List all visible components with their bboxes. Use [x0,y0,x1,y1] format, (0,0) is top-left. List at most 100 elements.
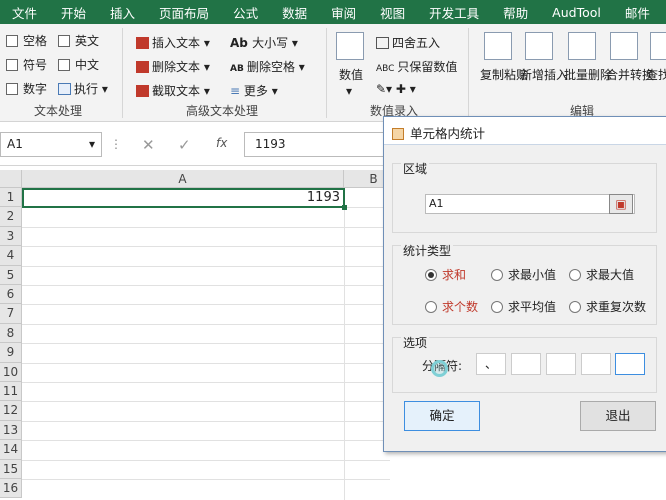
column-header-a[interactable]: A [22,170,344,188]
menu-data[interactable]: 数据 [282,3,307,22]
batch-delete-icon [568,32,596,60]
radio-icon [425,269,437,281]
row-header[interactable]: 2 [0,207,22,227]
group-label-advanced: 高级文本处理 [186,104,259,118]
checkbox-icon [58,35,70,47]
row-header[interactable]: 7 [0,304,22,324]
row-header[interactable]: 9 [0,343,22,363]
menu-mail[interactable]: 邮件 [625,3,650,22]
ok-button[interactable]: 确定 [404,401,480,431]
menu-insert[interactable]: 插入 [110,3,135,22]
checkbox-chinese[interactable]: 中文 [58,56,99,73]
formula-input[interactable]: 1193 [244,132,404,157]
misc-tools[interactable]: ✎▾ ✚ ▾ [376,82,416,96]
delete-icon [136,61,149,73]
numeric-button[interactable]: 数值 [339,66,363,83]
corner-select[interactable] [0,170,22,188]
grid-line [344,188,345,500]
menu-audtool[interactable]: AudTool [552,5,601,20]
separator-input-4[interactable] [581,353,611,375]
separator-input-5[interactable] [615,353,645,375]
checkbox-number[interactable]: 数字 [6,80,47,97]
new-insert-button[interactable]: 新增插入 [520,66,568,83]
grid-line [22,304,390,306]
menu-developer[interactable]: 开发工具 [429,3,479,22]
case-button[interactable]: Ab 大小写 ▾ [230,34,298,51]
space-icon: AB [230,64,247,74]
separator-input-3[interactable] [546,353,576,375]
radio-sum[interactable]: 求和 [425,266,466,283]
radio-average[interactable]: 求平均值 [491,298,556,315]
region-label: 区域 [401,160,430,177]
grid-line [22,440,390,442]
chevron-down-icon[interactable]: ▾ [89,137,95,151]
new-insert-icon [525,32,553,60]
cell-a1[interactable]: 1193 [22,188,345,208]
more-dots-icon: ⋮ [110,137,122,151]
grid-line [22,285,390,286]
cut-icon [136,85,149,97]
cancel-icon[interactable]: ✕ [142,136,155,154]
ribbon-separator [326,28,327,118]
checkbox-space[interactable]: 空格 [6,32,47,49]
batch-delete-button[interactable]: 批量删除 [564,66,612,83]
grid-line [22,382,390,383]
extract-text-button[interactable]: 截取文本 ▾ [136,82,210,99]
round-button[interactable]: 四舍五入 [376,34,440,51]
row-header[interactable]: 16 [0,479,22,499]
row-header[interactable]: 5 [0,265,22,285]
checkbox-english[interactable]: 英文 [58,32,99,49]
checkbox-symbol[interactable]: 符号 [6,56,47,73]
menu-help[interactable]: 帮助 [503,3,528,22]
plus-icon[interactable]: ✚ [396,82,406,96]
spreadsheet-grid: A B 1 2 3 4 5 6 7 8 9 10 11 12 13 14 15 … [0,170,390,500]
row-header[interactable]: 10 [0,362,22,382]
row-header[interactable]: 3 [0,226,22,247]
row-header[interactable]: 11 [0,382,22,402]
menu-view[interactable]: 视图 [380,3,405,22]
menu-formulas[interactable]: 公式 [233,3,258,22]
confirm-icon[interactable]: ✓ [178,136,191,154]
execute-button[interactable]: 执行 ▾ [58,80,108,97]
region-input[interactable]: A1 [425,194,635,214]
row-header[interactable]: 8 [0,323,22,344]
radio-icon [491,301,503,313]
remove-space-button[interactable]: AB 删除空格 ▾ [230,58,305,75]
row-header[interactable]: 15 [0,459,22,479]
range-select-icon[interactable]: ▣ [609,194,633,214]
find-locate-icon [650,32,666,60]
dialog-titlebar[interactable]: 单元格内统计 [384,117,666,145]
menu-page-layout[interactable]: 页面布局 [159,3,209,22]
numeric-dropdown-icon[interactable]: ▾ [346,84,352,98]
name-box[interactable]: A1 ▾ [0,132,102,157]
delete-text-button[interactable]: 删除文本 ▾ [136,58,210,75]
insert-text-button[interactable]: 插入文本 ▾ [136,34,210,51]
stat-type-label: 统计类型 [401,242,454,259]
row-header[interactable]: 13 [0,420,22,441]
pencil-icon: ✎▾ [376,82,393,96]
more-button[interactable]: ≡ 更多 ▾ [230,82,278,99]
row-header[interactable]: 12 [0,401,22,421]
radio-count[interactable]: 求个数 [425,298,478,315]
radio-icon [491,269,503,281]
separator-input-1[interactable]: 、 [476,353,506,375]
options-label: 选项 [401,334,430,351]
radio-max[interactable]: 求最大值 [569,266,634,283]
row-header[interactable]: 1 [0,188,22,208]
fill-handle[interactable] [342,205,347,210]
keep-number-button[interactable]: ABC 只保留数值 [376,58,457,75]
radio-duplicates[interactable]: 求重复次数 [569,298,646,315]
find-locate-button[interactable]: 查找定位 [646,66,666,83]
row-header[interactable]: 6 [0,285,22,305]
menu-file[interactable]: 文件 [12,3,37,22]
merge-convert-icon [610,32,638,60]
fx-icon[interactable]: fx [216,136,227,150]
cancel-button[interactable]: 退出 [580,401,656,431]
menu-home[interactable]: 开始 [61,3,86,22]
row-header[interactable]: 4 [0,246,22,266]
row-header[interactable]: 14 [0,440,22,460]
app-icon [392,128,404,140]
menu-review[interactable]: 审阅 [331,3,356,22]
radio-min[interactable]: 求最小值 [491,266,556,283]
separator-input-2[interactable] [511,353,541,375]
